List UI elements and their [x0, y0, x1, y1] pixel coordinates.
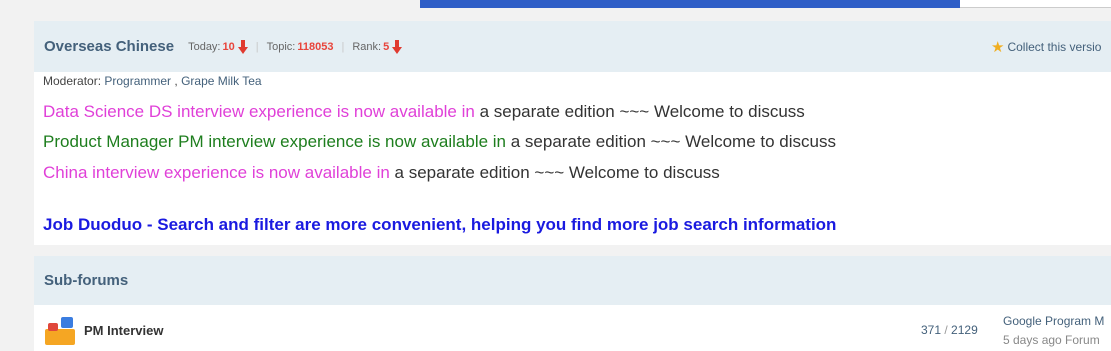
- rank-stat: Rank: 5: [352, 39, 403, 54]
- topic-value: 118053: [297, 40, 334, 53]
- moderator-link[interactable]: Programmer: [104, 74, 171, 88]
- notice-text: a separate edition ~~~ Welcome to discus…: [389, 163, 720, 182]
- arrow-down-icon: [237, 39, 248, 54]
- notice-line: Product Manager PM interview experience …: [43, 132, 836, 152]
- notice-text: a separate edition ~~~ Welcome to discus…: [506, 132, 836, 151]
- subforum-name[interactable]: PM Interview: [84, 323, 163, 338]
- notice-highlight: Data Science DS interview experience is …: [43, 102, 475, 121]
- today-stat: Today: 10: [188, 39, 248, 54]
- arrow-down-icon: [392, 39, 403, 54]
- subforums-header: Sub-forums: [34, 256, 1111, 305]
- moderator-link[interactable]: Grape Milk Tea: [181, 74, 261, 88]
- moderator-line: Moderator: Programmer , Grape Milk Tea: [43, 74, 262, 88]
- last-post-link[interactable]: Google Program M: [1003, 314, 1104, 328]
- subforum-posts: 2129: [951, 323, 978, 337]
- notice-text: a separate edition ~~~ Welcome to discus…: [474, 102, 805, 121]
- notice-line: China interview experience is now availa…: [43, 163, 720, 183]
- subforum-stats: 371 / 2129: [921, 323, 978, 337]
- topic-stat: Topic: 118053: [267, 41, 334, 53]
- collect-label: Collect this versio: [1007, 40, 1102, 54]
- today-label: Today:: [188, 40, 221, 53]
- notice-line: Data Science DS interview experience is …: [43, 102, 805, 122]
- divider: |: [341, 40, 345, 53]
- rank-label: Rank:: [352, 40, 382, 53]
- forum-title[interactable]: Overseas Chinese: [44, 38, 174, 55]
- last-post-time: 5 days ago Forum: [1003, 333, 1100, 347]
- notice-highlight: China interview experience is now availa…: [43, 163, 390, 182]
- job-duoduo-link[interactable]: Job Duoduo - Search and filter are more …: [43, 215, 836, 235]
- subforum-row[interactable]: PM Interview 371 / 2129 Google Program M…: [34, 305, 1111, 351]
- star-icon: ★: [991, 39, 1005, 56]
- subforums-panel: Sub-forums PM Interview 371 / 2129 Googl…: [34, 256, 1111, 351]
- top-banner-edge: [960, 0, 1111, 8]
- forum-info-panel: Overseas Chinese Today: 10 | Topic: 1180…: [34, 21, 1111, 245]
- top-banner-image: [420, 0, 960, 8]
- rank-value: 5: [383, 40, 390, 53]
- pm-forum-icon[interactable]: [45, 315, 75, 345]
- today-value: 10: [222, 40, 235, 53]
- subforum-topics: 371: [921, 323, 942, 337]
- collect-button[interactable]: ★ Collect this versio: [991, 38, 1101, 56]
- topic-label: Topic:: [266, 40, 296, 53]
- moderator-label: Moderator:: [43, 74, 102, 88]
- forum-header: Overseas Chinese Today: 10 | Topic: 1180…: [34, 21, 1111, 72]
- divider: |: [255, 40, 259, 53]
- notice-highlight: Product Manager PM interview experience …: [43, 132, 507, 151]
